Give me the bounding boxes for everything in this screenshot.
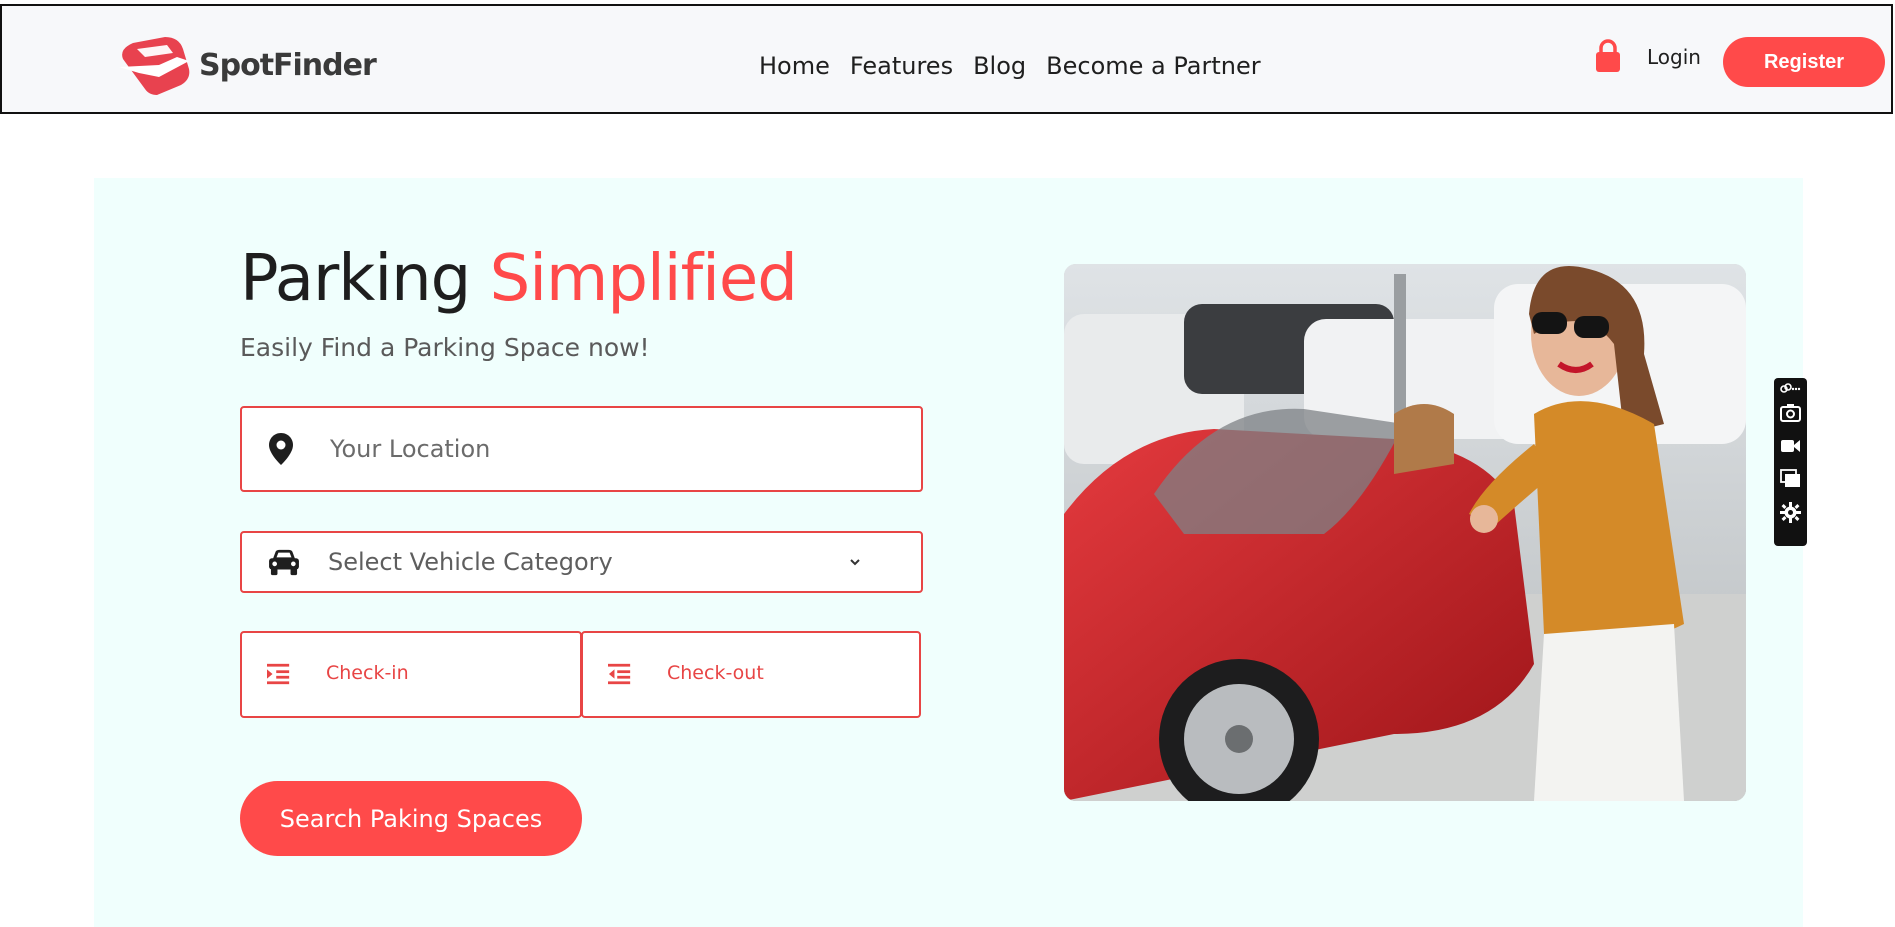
vehicle-category-value: Select Vehicle Category: [328, 548, 613, 576]
calendar-outdent-icon: [607, 661, 633, 687]
search-parking-button[interactable]: Search Paking Spaces: [240, 781, 582, 856]
location-field[interactable]: [240, 406, 923, 492]
lock-icon[interactable]: [1594, 38, 1622, 74]
hero-title: Parking Simplified: [240, 242, 798, 316]
hero-subtitle: Easily Find a Parking Space now!: [240, 333, 650, 362]
gear-icon[interactable]: [1780, 502, 1801, 523]
location-input[interactable]: [328, 428, 892, 470]
nav-home[interactable]: Home: [759, 52, 830, 80]
calendar-indent-icon: [266, 661, 292, 687]
car-icon: [266, 547, 302, 577]
site-header: SpotFinder Home Features Blog Become a P…: [0, 4, 1893, 114]
login-link[interactable]: Login: [1647, 45, 1701, 69]
checkout-field[interactable]: Check-out: [581, 631, 921, 718]
hero-photo: [1064, 264, 1746, 801]
register-button[interactable]: Register: [1723, 37, 1885, 87]
camera-icon[interactable]: [1780, 402, 1801, 423]
floating-toolbar: [1774, 378, 1807, 546]
nav-become-partner[interactable]: Become a Partner: [1046, 52, 1260, 80]
checkin-field[interactable]: Check-in: [240, 631, 582, 718]
link-more-icon[interactable]: [1780, 382, 1801, 396]
hero-title-accent: Simplified: [489, 242, 798, 316]
map-pin-icon: [266, 430, 296, 468]
brand-name: SpotFinder: [199, 47, 377, 83]
hero-title-main: Parking: [240, 242, 490, 316]
video-icon[interactable]: [1780, 435, 1801, 456]
nav-features[interactable]: Features: [850, 52, 953, 80]
checkout-label: Check-out: [667, 662, 764, 684]
nav-blog[interactable]: Blog: [973, 52, 1026, 80]
checkin-label: Check-in: [326, 662, 409, 684]
vehicle-category-select[interactable]: Select Vehicle Category: [240, 531, 923, 593]
chevron-down-icon: [850, 559, 860, 566]
main-nav: Home Features Blog Become a Partner: [759, 52, 1281, 80]
spotfinder-logo-icon: [119, 37, 190, 95]
brand-logo[interactable]: SpotFinder: [119, 35, 377, 95]
windows-icon[interactable]: [1780, 468, 1801, 489]
